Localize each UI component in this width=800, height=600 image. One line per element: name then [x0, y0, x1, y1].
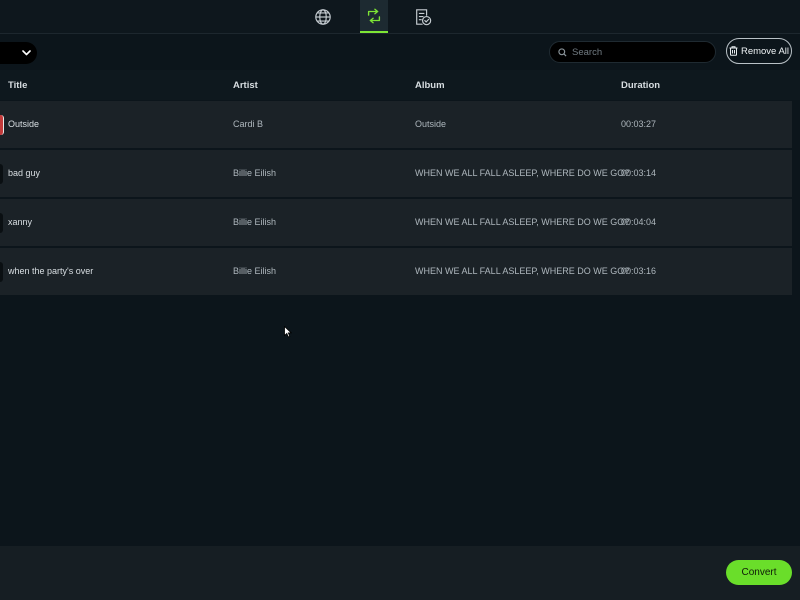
remove-all-label: Remove All	[740, 45, 790, 57]
globe-icon	[315, 8, 331, 25]
track-album: Outside	[415, 119, 447, 129]
convert-icon	[367, 8, 381, 23]
album-art-thumbnail	[0, 115, 4, 135]
track-artist: Billie Eilish	[233, 217, 277, 227]
track-duration: 00:03:27	[621, 119, 657, 129]
search-box	[549, 41, 716, 63]
nav-tab-converted[interactable]	[409, 0, 437, 33]
album-art-thumbnail	[0, 262, 3, 282]
remove-all-button[interactable]: Remove All	[726, 38, 792, 64]
table-row[interactable]: when the party's over Billie Eilish WHEN…	[0, 248, 792, 295]
nav-tab-convert[interactable]	[360, 0, 388, 33]
track-album: WHEN WE ALL FALL ASLEEP, WHERE DO WE GO?	[415, 266, 630, 276]
table-row[interactable]: bad guy Billie Eilish WHEN WE ALL FALL A…	[0, 150, 792, 197]
chevron-down-icon	[22, 50, 31, 56]
track-title: bad guy	[8, 168, 41, 178]
search-input[interactable]	[572, 46, 702, 58]
mouse-cursor-icon	[284, 326, 292, 338]
track-list: Outside Cardi B Outside 00:03:27 bad guy…	[0, 101, 792, 297]
top-navigation	[0, 0, 800, 34]
toolbar: Remove All	[0, 34, 800, 70]
track-title: when the party's over	[8, 266, 94, 276]
track-artist: Billie Eilish	[233, 168, 277, 178]
table-row[interactable]: Outside Cardi B Outside 00:03:27	[0, 101, 792, 148]
trash-icon	[729, 46, 738, 56]
table-row[interactable]: xanny Billie Eilish WHEN WE ALL FALL ASL…	[0, 199, 792, 246]
track-album: WHEN WE ALL FALL ASLEEP, WHERE DO WE GO?	[415, 168, 630, 178]
convert-button[interactable]: Convert	[726, 560, 792, 585]
column-header-duration[interactable]: Duration	[621, 80, 660, 91]
album-art-thumbnail	[0, 213, 3, 233]
column-header-title[interactable]: Title	[8, 80, 27, 91]
track-title: xanny	[8, 217, 33, 227]
track-duration: 00:03:16	[621, 266, 657, 276]
track-title: Outside	[8, 119, 40, 129]
track-album: WHEN WE ALL FALL ASLEEP, WHERE DO WE GO?	[415, 217, 630, 227]
converted-list-icon	[416, 8, 432, 25]
app-window: Remove All Title Artist Album Duration O…	[0, 0, 800, 600]
column-header-album[interactable]: Album	[415, 80, 445, 91]
track-duration: 00:04:04	[621, 217, 657, 227]
table-header: Title Artist Album Duration	[0, 70, 800, 100]
format-dropdown[interactable]	[0, 42, 37, 64]
track-duration: 00:03:14	[621, 168, 657, 178]
bottom-bar: Convert	[0, 546, 800, 600]
nav-tab-web[interactable]	[309, 0, 337, 33]
search-icon	[558, 47, 567, 57]
track-artist: Billie Eilish	[233, 266, 277, 276]
album-art-thumbnail	[0, 164, 3, 184]
column-header-artist[interactable]: Artist	[233, 80, 258, 91]
track-artist: Cardi B	[233, 119, 264, 129]
